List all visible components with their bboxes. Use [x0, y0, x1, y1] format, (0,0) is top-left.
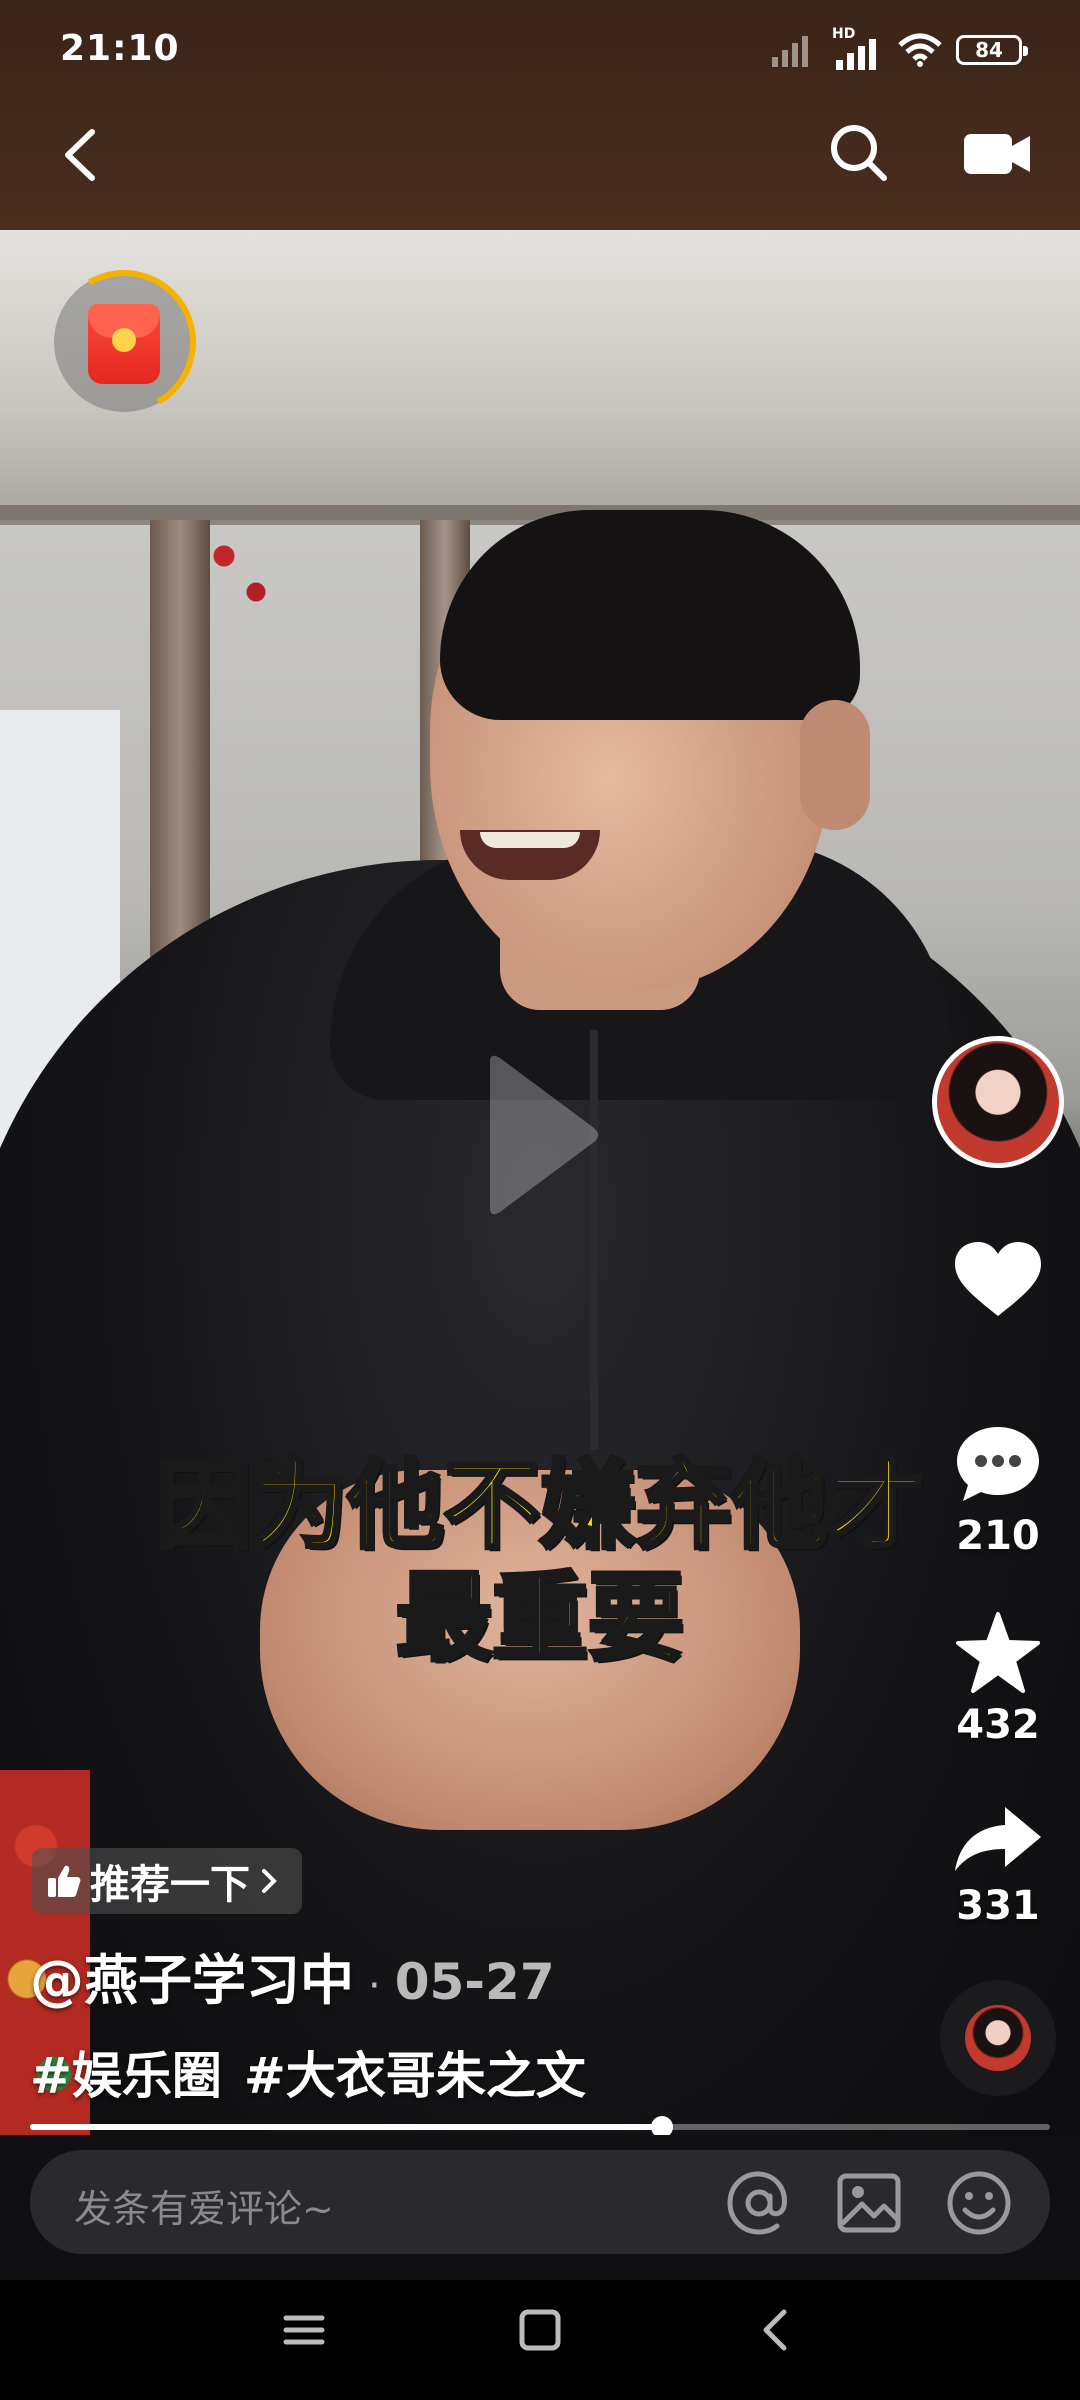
chevron-right-icon: [262, 1869, 277, 1893]
music-disc-avatar: [965, 2005, 1031, 2071]
battery-indicator: 84: [956, 35, 1028, 65]
person-ear: [800, 700, 870, 830]
person-teeth: [480, 832, 580, 848]
share-count: 331: [956, 1883, 1040, 1929]
subtitle-line: 因为他不嫌弃他才: [154, 1448, 926, 1564]
red-envelope-coin: [112, 328, 136, 352]
bg-berries: [200, 520, 280, 640]
image-icon[interactable]: [834, 2168, 904, 2238]
signal-hd-icon: HD: [832, 26, 884, 70]
progress-fill: [30, 2124, 663, 2130]
music-disc[interactable]: [940, 1980, 1056, 2096]
video-progress-bar[interactable]: [30, 2116, 1050, 2138]
hashtag-link[interactable]: #娱乐圈: [30, 2036, 222, 2108]
post-date: 05-27: [394, 1953, 555, 2011]
red-packet-button[interactable]: [35, 253, 213, 431]
status-bar: 21:10 HD 84: [0, 0, 1080, 100]
recommend-button[interactable]: 推荐一下: [32, 1848, 302, 1914]
home-icon[interactable]: [500, 2300, 580, 2360]
hashtag-link[interactable]: #大衣哥朱之文: [244, 2036, 586, 2108]
like-button[interactable]: [938, 1240, 1058, 1320]
battery-level: 84: [975, 38, 1003, 62]
play-icon[interactable]: [482, 1050, 602, 1220]
search-icon[interactable]: [826, 120, 890, 184]
author-line: @燕子学习中 · 05-27: [30, 1936, 555, 2015]
emoji-icon[interactable]: [944, 2168, 1014, 2238]
thumbs-up-icon: [48, 1865, 81, 1897]
author-avatar[interactable]: [932, 1036, 1064, 1168]
favorite-count: 432: [956, 1702, 1040, 1748]
comment-placeholder: 发条有爱评论~: [74, 2187, 334, 2231]
recommend-label: 推荐一下: [90, 1862, 250, 1908]
date-separator: ·: [368, 1963, 381, 2009]
chevron-left-icon[interactable]: [52, 120, 112, 190]
wifi-icon: [898, 33, 942, 67]
at-icon[interactable]: [724, 2168, 794, 2238]
menu-icon[interactable]: [264, 2300, 344, 2360]
signal-empty-icon: [772, 36, 808, 67]
hashtag-list: #娱乐圈 #大衣哥朱之文: [30, 2036, 586, 2108]
back-nav-icon[interactable]: [736, 2300, 816, 2360]
video-subtitle: 因为他不嫌弃他才 最重要: [0, 1448, 1080, 1676]
person-hair: [440, 510, 860, 720]
video-camera-icon[interactable]: [962, 126, 1032, 180]
heart-icon: [955, 1242, 1041, 1316]
status-icons: HD 84: [772, 26, 1028, 70]
share-arrow-icon: [955, 1807, 1041, 1871]
status-time: 21:10: [60, 28, 180, 69]
author-name[interactable]: @燕子学习中: [30, 1936, 354, 2015]
subtitle-line: 最重要: [394, 1560, 686, 1676]
share-button[interactable]: 331: [938, 1805, 1058, 1929]
